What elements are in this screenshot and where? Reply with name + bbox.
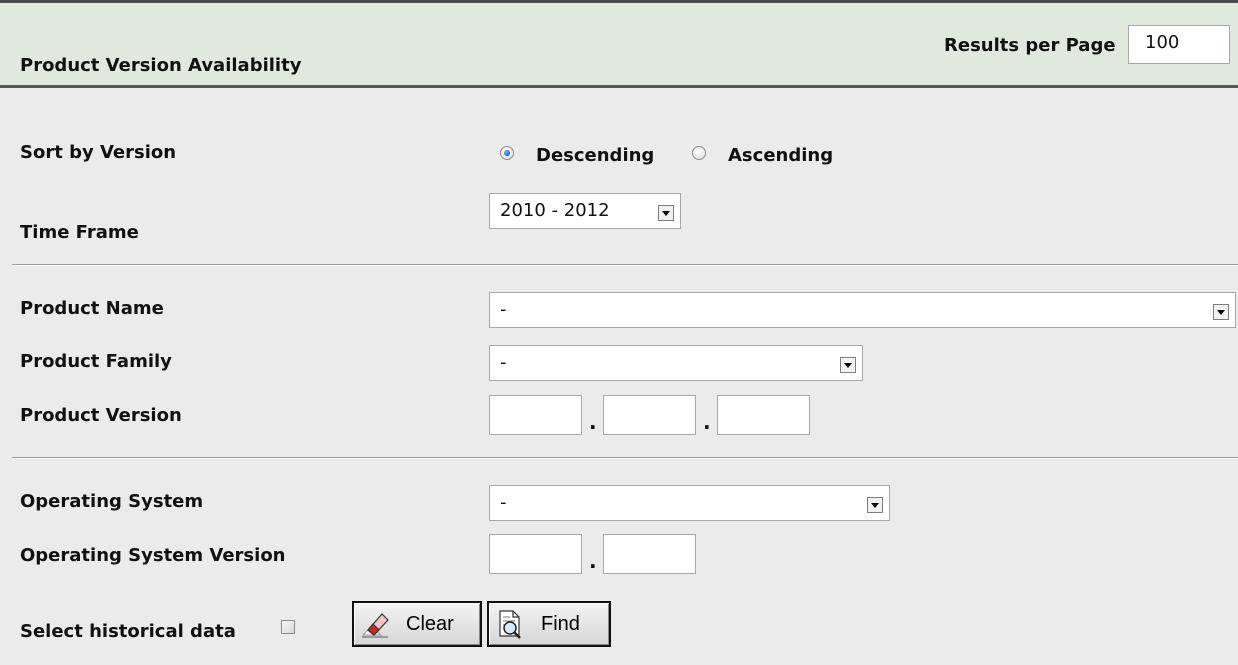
product-version-patch-input[interactable]: [717, 395, 810, 435]
time-frame-select[interactable]: 2010 - 2012: [489, 193, 681, 229]
chevron-down-icon[interactable]: [867, 497, 883, 513]
time-frame-label: Time Frame: [20, 222, 139, 243]
results-per-page-label: Results per Page: [944, 35, 1116, 56]
sort-by-version-label: Sort by Version: [20, 142, 177, 163]
ascending-label[interactable]: Ascending: [728, 145, 833, 166]
version-separator: .: [589, 549, 597, 573]
product-family-select[interactable]: -: [489, 345, 863, 381]
chevron-down-icon[interactable]: [840, 357, 856, 373]
version-separator: .: [703, 410, 711, 434]
operating-system-value: -: [500, 492, 507, 513]
product-version-major-input[interactable]: [489, 395, 582, 435]
descending-label[interactable]: Descending: [536, 145, 654, 166]
version-separator: .: [589, 410, 597, 434]
product-name-value: -: [500, 299, 507, 320]
product-name-select[interactable]: -: [489, 292, 1236, 328]
page-title: Product Version Availability: [20, 55, 302, 76]
clear-button-label: Clear: [406, 613, 454, 635]
product-name-label: Product Name: [20, 298, 164, 319]
historical-data-label: Select historical data: [20, 621, 236, 642]
ascending-radio[interactable]: [692, 146, 706, 160]
find-button[interactable]: Find: [487, 601, 611, 647]
chevron-down-icon[interactable]: [1213, 304, 1229, 320]
time-frame-value: 2010 - 2012: [500, 200, 610, 221]
product-family-value: -: [500, 352, 507, 373]
os-version-label: Operating System Version: [20, 545, 286, 566]
operating-system-label: Operating System: [20, 491, 204, 512]
descending-radio[interactable]: [500, 146, 514, 160]
find-button-label: Find: [541, 613, 580, 635]
results-per-page-input[interactable]: 100: [1128, 25, 1230, 64]
historical-data-checkbox[interactable]: [281, 620, 295, 634]
chevron-down-icon[interactable]: [658, 205, 674, 221]
os-version-minor-input[interactable]: [603, 534, 696, 574]
section-divider: [12, 457, 1238, 459]
product-version-label: Product Version: [20, 405, 182, 426]
eraser-icon: [361, 613, 389, 638]
clear-button[interactable]: Clear: [352, 601, 482, 647]
os-version-major-input[interactable]: [489, 534, 582, 574]
search-document-icon: [499, 610, 521, 639]
operating-system-select[interactable]: -: [489, 485, 890, 521]
product-family-label: Product Family: [20, 351, 172, 372]
section-divider: [12, 264, 1238, 266]
product-version-minor-input[interactable]: [603, 395, 696, 435]
